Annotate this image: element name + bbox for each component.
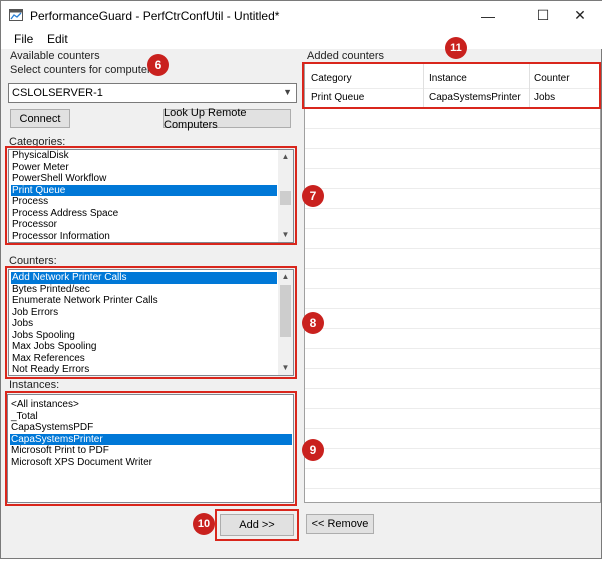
grid-line [305,308,600,309]
grid-line [305,248,600,249]
callout-6: 6 [147,54,169,76]
grid-line [305,348,600,349]
computer-select[interactable]: CSLOLSERVER-1 ▼ [8,83,297,103]
highlight-add-button [215,509,299,541]
menu-file[interactable]: File [14,32,33,46]
remove-button[interactable]: << Remove [306,514,374,534]
lookup-remote-computers-button[interactable]: Look Up Remote Computers [163,107,291,131]
minimize-icon: — [481,7,495,24]
grid-line [305,388,600,389]
callout-7: 7 [302,185,324,207]
grid-line [305,428,600,429]
grid-line [305,128,600,129]
grid-line [305,288,600,289]
grid-line [305,328,600,329]
grid-line [305,228,600,229]
highlight-counters [5,266,297,379]
grid-line [305,488,600,489]
close-icon: ✕ [574,7,586,23]
select-computer-label: Select counters for computer: [10,64,154,76]
menu-bar: File Edit [1,30,603,49]
callout-11: 11 [445,37,467,59]
callout-9: 9 [302,439,324,461]
app-window: PerformanceGuard - PerfCtrConfUtil - Unt… [0,0,603,559]
grid-line [305,448,600,449]
chevron-down-icon: ▼ [283,87,292,97]
callout-10: 10 [193,513,215,535]
grid-line [305,468,600,469]
highlight-added-counters [302,62,601,109]
menu-edit[interactable]: Edit [47,32,68,46]
highlight-instances [5,391,297,506]
grid-line [305,368,600,369]
instances-label: Instances: [9,379,60,391]
added-counters-grid[interactable]: Category Instance Counter Print Queue Ca… [304,63,601,503]
grid-line [305,168,600,169]
grid-line [305,268,600,269]
grid-line [305,208,600,209]
highlight-categories [5,146,297,245]
grid-line [305,408,600,409]
added-counters-label: Added counters [307,50,385,62]
grid-line [305,148,600,149]
app-icon [9,9,23,21]
grid-line [305,188,600,189]
connect-button[interactable]: Connect [10,109,70,128]
title-bar: PerformanceGuard - PerfCtrConfUtil - Unt… [1,1,603,30]
maximize-icon: ☐ [536,7,550,23]
available-counters-label: Available counters [10,50,100,62]
window-title: PerformanceGuard - PerfCtrConfUtil - Unt… [30,9,280,23]
close-button[interactable]: ✕ [557,1,603,30]
callout-8: 8 [302,312,324,334]
minimize-button[interactable]: — [465,1,511,30]
computer-select-value: CSLOLSERVER-1 [12,87,103,99]
